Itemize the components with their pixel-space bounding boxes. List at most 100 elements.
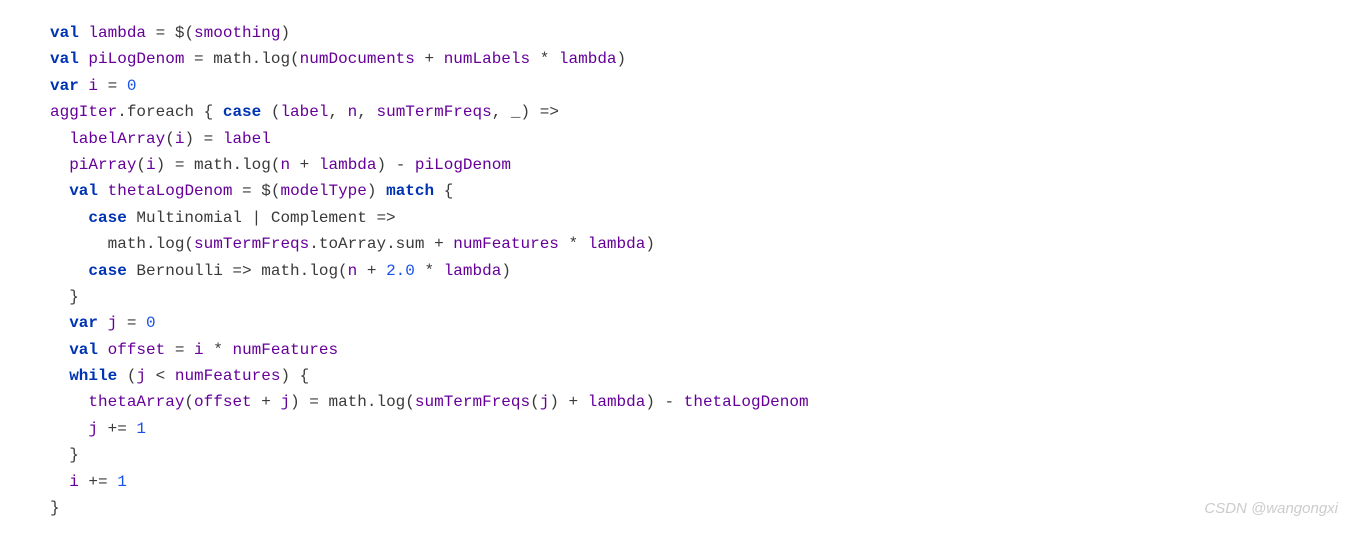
code-text: += xyxy=(79,473,117,491)
code-text: , xyxy=(357,103,376,121)
code-text: * xyxy=(530,50,559,68)
identifier: lambda xyxy=(559,50,617,68)
code-line: } xyxy=(50,499,60,517)
code-line: case Multinomial | Complement => xyxy=(50,209,396,227)
code-line: j += 1 xyxy=(50,420,146,438)
code-line: val offset = i * numFeatures xyxy=(50,341,338,359)
code-line: var j = 0 xyxy=(50,314,156,332)
identifier: j xyxy=(108,314,118,332)
code-text: ) xyxy=(645,235,655,253)
identifier: j xyxy=(540,393,550,411)
identifier: offset xyxy=(108,341,166,359)
code-text: ( xyxy=(136,156,146,174)
identifier: numFeatures xyxy=(453,235,559,253)
code-text: Multinomial | Complement => xyxy=(127,209,396,227)
code-line: thetaArray(offset + j) = math.log(sumTer… xyxy=(50,393,809,411)
keyword-val: val xyxy=(50,24,79,42)
code-text: ) + xyxy=(549,393,587,411)
code-line: } xyxy=(50,446,79,464)
identifier: labelArray xyxy=(69,130,165,148)
identifier: numLabels xyxy=(444,50,530,68)
code-text: * xyxy=(559,235,588,253)
keyword-case: case xyxy=(88,209,126,227)
identifier: n xyxy=(348,262,358,280)
keyword-val: val xyxy=(50,50,79,68)
code-text: } xyxy=(69,446,79,464)
code-text: Bernoulli => math.log( xyxy=(127,262,348,280)
identifier: numFeatures xyxy=(175,367,281,385)
code-block: val lambda = $(smoothing) val piLogDenom… xyxy=(50,20,1318,521)
identifier: aggIter xyxy=(50,103,117,121)
code-text: ( xyxy=(117,367,136,385)
keyword-val: val xyxy=(69,182,98,200)
code-text: + xyxy=(357,262,386,280)
code-line: val piLogDenom = math.log(numDocuments +… xyxy=(50,50,626,68)
identifier: sumTermFreqs xyxy=(415,393,530,411)
code-text: { xyxy=(434,182,453,200)
identifier: lambda xyxy=(444,262,502,280)
keyword-case: case xyxy=(88,262,126,280)
code-line: aggIter.foreach { case (label, n, sumTer… xyxy=(50,103,559,121)
code-text: * xyxy=(415,262,444,280)
code-text: = xyxy=(98,77,127,95)
code-text: ) = xyxy=(184,130,222,148)
identifier: label xyxy=(223,130,271,148)
identifier: j xyxy=(280,393,290,411)
code-text: , xyxy=(328,103,347,121)
code-text: ( xyxy=(184,393,194,411)
code-text: < xyxy=(146,367,175,385)
code-text: ( xyxy=(165,130,175,148)
keyword-val: val xyxy=(69,341,98,359)
watermark: CSDN @wangongxi xyxy=(1204,497,1338,522)
code-text: ) - xyxy=(377,156,415,174)
code-text: ) xyxy=(501,262,511,280)
identifier: thetaLogDenom xyxy=(684,393,809,411)
identifier: j xyxy=(88,420,98,438)
code-text: , _) => xyxy=(492,103,559,121)
keyword-while: while xyxy=(69,367,117,385)
identifier: i xyxy=(194,341,204,359)
keyword-var: var xyxy=(69,314,98,332)
code-text: ) = math.log( xyxy=(290,393,415,411)
identifier: lambda xyxy=(88,24,146,42)
identifier: i xyxy=(88,77,98,95)
code-line: piArray(i) = math.log(n + lambda) - piLo… xyxy=(50,156,511,174)
code-text: ) - xyxy=(645,393,683,411)
code-text: ) xyxy=(280,24,290,42)
code-text: + xyxy=(290,156,319,174)
code-text: + xyxy=(415,50,444,68)
keyword-case: case xyxy=(223,103,261,121)
code-text: } xyxy=(50,499,60,517)
code-line: val lambda = $(smoothing) xyxy=(50,24,290,42)
code-text: ( xyxy=(261,103,280,121)
code-line: var i = 0 xyxy=(50,77,136,95)
identifier: i xyxy=(69,473,79,491)
code-text: .foreach { xyxy=(117,103,223,121)
code-line: case Bernoulli => math.log(n + 2.0 * lam… xyxy=(50,262,511,280)
code-text: = $( xyxy=(232,182,280,200)
number-literal: 0 xyxy=(146,314,156,332)
code-text: = xyxy=(117,314,146,332)
code-text: .toArray.sum + xyxy=(309,235,453,253)
number-literal: 2.0 xyxy=(386,262,415,280)
identifier: modelType xyxy=(280,182,366,200)
code-text: ) { xyxy=(280,367,309,385)
keyword-match: match xyxy=(386,182,434,200)
code-text: math.log( xyxy=(108,235,194,253)
code-text: ) xyxy=(617,50,627,68)
code-text: } xyxy=(69,288,79,306)
identifier: lambda xyxy=(588,393,646,411)
identifier: numDocuments xyxy=(300,50,415,68)
code-line: while (j < numFeatures) { xyxy=(50,367,309,385)
code-text: = math.log( xyxy=(184,50,299,68)
identifier: piLogDenom xyxy=(415,156,511,174)
number-literal: 1 xyxy=(117,473,127,491)
identifier: lambda xyxy=(319,156,377,174)
code-text: ) xyxy=(367,182,386,200)
identifier: thetaArray xyxy=(88,393,184,411)
identifier: j xyxy=(136,367,146,385)
identifier: sumTermFreqs xyxy=(194,235,309,253)
identifier: thetaLogDenom xyxy=(108,182,233,200)
identifier: numFeatures xyxy=(232,341,338,359)
code-text: = $( xyxy=(146,24,194,42)
